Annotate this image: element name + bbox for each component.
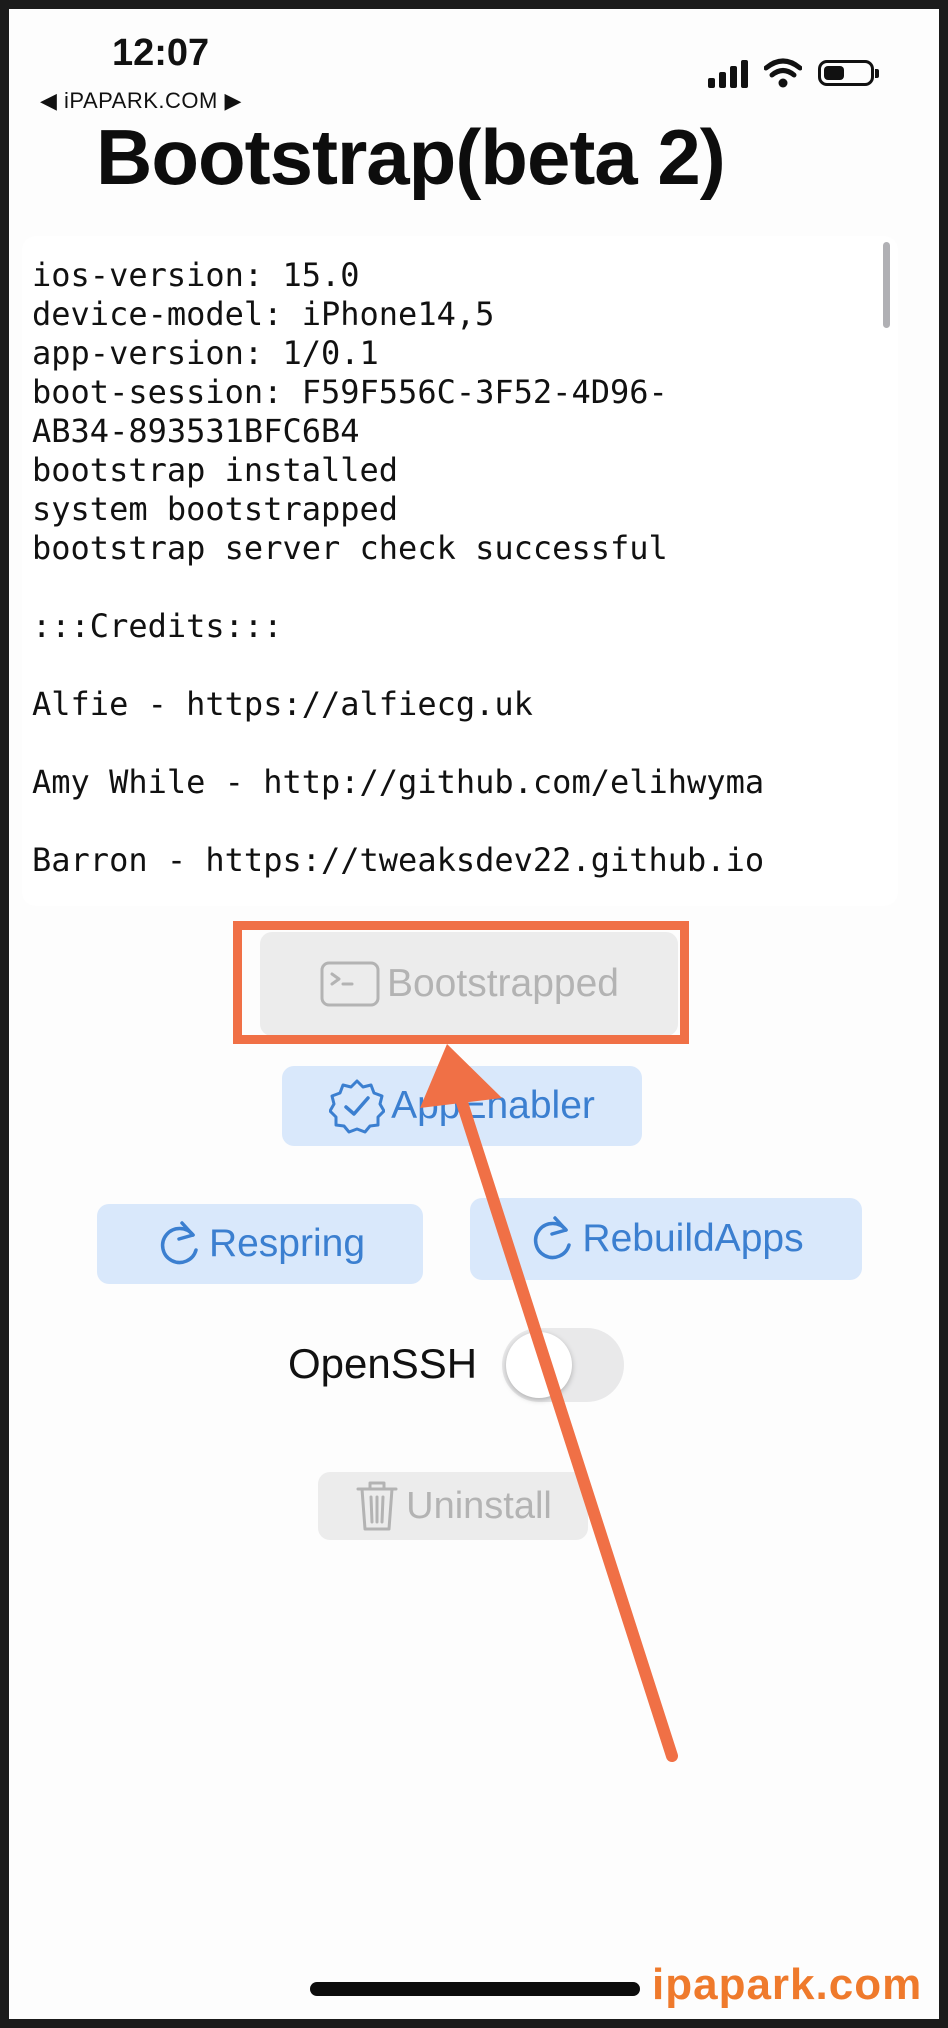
watermark: ipapark.com — [652, 1960, 923, 2009]
home-indicator — [310, 1982, 640, 1996]
annotation-arrow-icon — [420, 1044, 678, 1762]
